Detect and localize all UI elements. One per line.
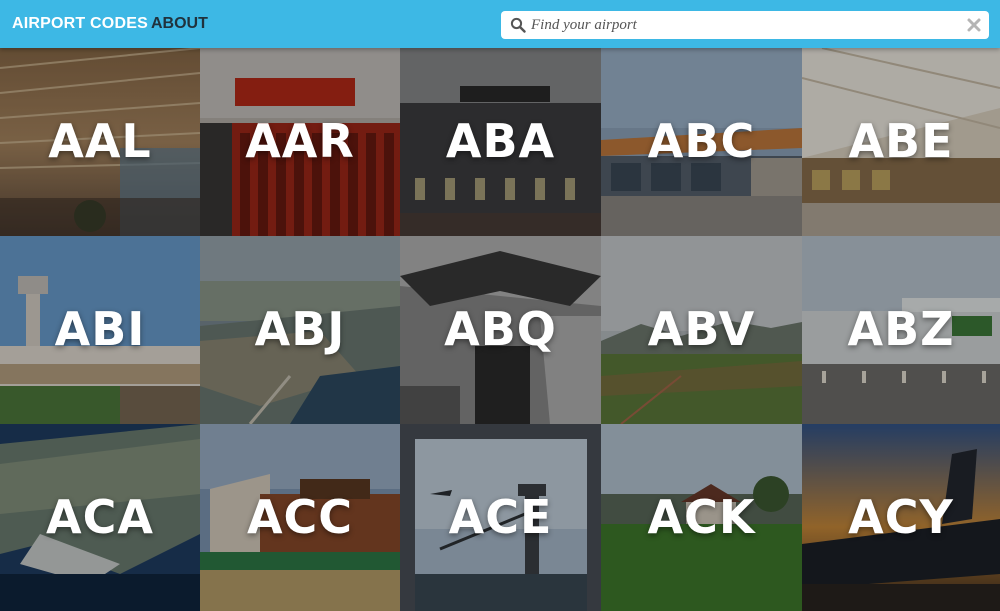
- airport-code: ABV: [647, 301, 756, 356]
- airport-tile-ack[interactable]: ACK: [601, 424, 802, 611]
- airport-code: ABE: [848, 113, 954, 168]
- airport-code: ACA: [46, 489, 154, 544]
- airport-code: ABJ: [254, 301, 346, 356]
- airport-tile-aal[interactable]: AAL: [0, 48, 200, 236]
- top-bar: AIRPORT CODES ABOUT: [0, 0, 1000, 48]
- airport-code: ACK: [647, 489, 756, 544]
- airport-tile-aba[interactable]: ABA: [400, 48, 601, 236]
- airport-tile-acc[interactable]: ACC: [200, 424, 400, 611]
- airport-code: ABC: [647, 113, 756, 168]
- search-input[interactable]: [531, 11, 951, 39]
- airport-tile-abz[interactable]: ABZ: [802, 236, 1000, 424]
- airport-code: ABA: [445, 113, 556, 168]
- airport-tile-abq[interactable]: ABQ: [400, 236, 601, 424]
- airport-grid: AAL AAR ABA ABC ABE ABI ABJ ABQ ABV ABZ …: [0, 48, 1000, 611]
- airport-tile-abi[interactable]: ABI: [0, 236, 200, 424]
- close-icon[interactable]: [966, 17, 982, 33]
- airport-tile-abc[interactable]: ABC: [601, 48, 802, 236]
- airport-code: ACE: [448, 489, 553, 544]
- airport-tile-abv[interactable]: ABV: [601, 236, 802, 424]
- airport-code: AAR: [245, 113, 355, 168]
- airport-code: ACC: [246, 489, 354, 544]
- airport-tile-acy[interactable]: ACY: [802, 424, 1000, 611]
- search-icon: [510, 17, 526, 33]
- airport-code: ACY: [848, 489, 954, 544]
- airport-code: AAL: [48, 113, 152, 168]
- airport-code: ABI: [54, 301, 146, 356]
- airport-code: ABZ: [847, 301, 955, 356]
- search-box: [501, 11, 989, 39]
- airport-tile-abj[interactable]: ABJ: [200, 236, 400, 424]
- airport-tile-ace[interactable]: ACE: [400, 424, 601, 611]
- airport-tile-aar[interactable]: AAR: [200, 48, 400, 236]
- nav-about-link[interactable]: ABOUT: [151, 15, 208, 33]
- airport-tile-aca[interactable]: ACA: [0, 424, 200, 611]
- airport-code: ABQ: [444, 301, 557, 356]
- brand-logo-link[interactable]: AIRPORT CODES: [12, 15, 148, 33]
- airport-tile-abe[interactable]: ABE: [802, 48, 1000, 236]
